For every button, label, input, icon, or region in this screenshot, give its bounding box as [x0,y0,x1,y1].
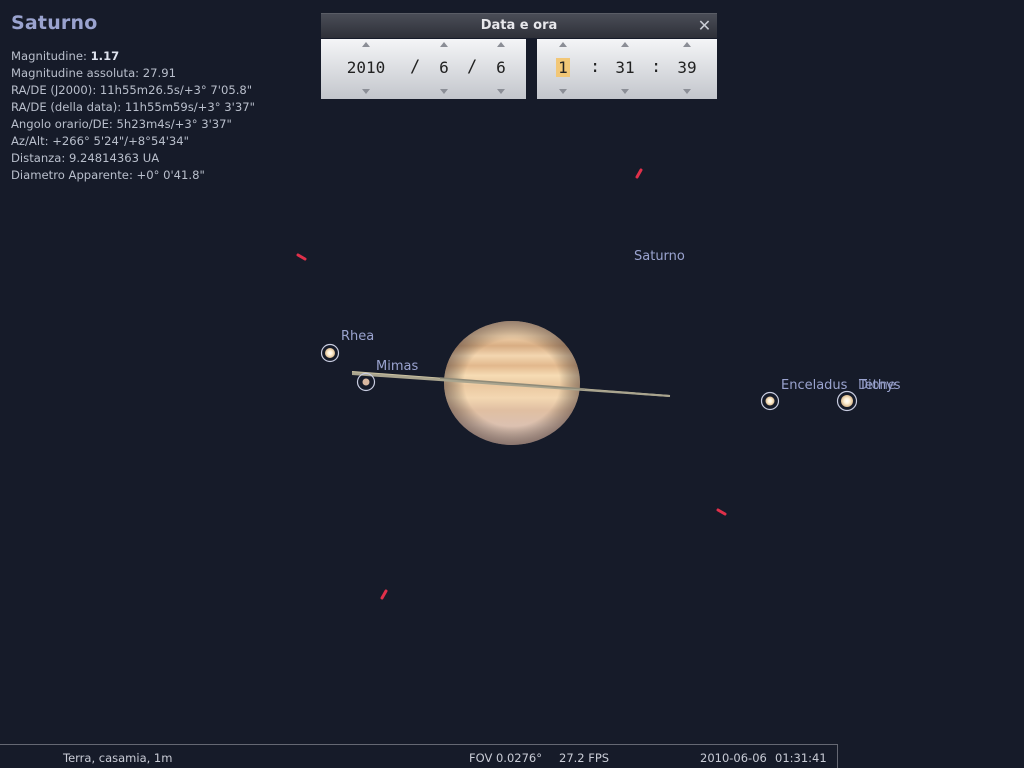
info-radec-j2000: RA/DE (J2000): 11h55m26.5s/+3° 7'05.8" [11,83,253,97]
close-icon[interactable]: ✕ [696,17,713,34]
dialog-title: Data e ora [480,18,558,33]
label-dione: Dione [858,378,896,393]
label-rhea: Rhea [341,329,375,344]
time-separator: : [590,57,601,77]
status-bar[interactable]: Terra, casamia, 1m FOV 0.0276° 27.2 FPS … [0,744,838,768]
minute-value[interactable]: 31 [608,58,642,77]
hour-down-arrow-icon[interactable] [559,89,567,94]
info-hour-angle: Angolo orario/DE: 5h23m4s/+3° 3'37" [11,117,232,131]
hour-value-wrap: 1 [550,58,576,77]
moon-tethys-dione[interactable] [836,390,858,412]
info-magnitude-value: 1.17 [90,49,120,63]
label-saturno: Saturno [634,249,685,264]
info-absolute-magnitude: Magnitudine assoluta: 27.91 [11,66,176,80]
year-spinbox[interactable]: 2010 [335,39,397,99]
sky-marker [635,168,643,179]
date-separator: / [467,57,478,77]
status-date: 2010-06-06 [700,751,767,765]
info-radec-date: RA/DE (della data): 11h55m59s/+3° 3'37" [11,100,255,114]
info-apparent-diameter: Diametro Apparente: +0° 0'41.8" [11,168,205,182]
status-fov: FOV 0.0276° [469,751,542,765]
info-distance: Distanza: 9.24814363 UA [11,151,160,165]
year-up-arrow-icon[interactable] [362,42,370,47]
time-separator: : [651,57,662,77]
minute-down-arrow-icon[interactable] [621,89,629,94]
time-spinbox-group: 1 : 31 : 39 [537,39,717,99]
hour-value[interactable]: 1 [556,58,570,77]
year-down-arrow-icon[interactable] [362,89,370,94]
second-spinbox[interactable]: 39 [670,39,704,99]
status-location[interactable]: Terra, casamia, 1m [63,751,172,765]
second-up-arrow-icon[interactable] [683,42,691,47]
info-magnitude-label: Magnitudine: [11,49,91,63]
hour-spinbox[interactable]: 1 [550,39,576,99]
month-spinbox[interactable]: 6 [427,39,461,99]
moon-rhea[interactable] [320,343,340,363]
second-down-arrow-icon[interactable] [683,89,691,94]
object-info-panel: Saturno Magnitudine: 1.17 Magnitudine as… [11,12,255,184]
day-down-arrow-icon[interactable] [497,89,505,94]
minute-up-arrow-icon[interactable] [621,42,629,47]
sky-marker [716,508,727,516]
info-az-alt: Az/Alt: +266° 5'24"/+8°54'34" [11,134,190,148]
status-fps: 27.2 FPS [559,751,610,765]
status-time: 01:31:41 [775,751,827,765]
sky-marker [296,253,307,261]
day-up-arrow-icon[interactable] [497,42,505,47]
label-mimas: Mimas [376,359,419,374]
info-magnitude: Magnitudine: 1.17 [11,48,255,65]
second-value[interactable]: 39 [670,58,704,77]
saturn-planet[interactable] [351,321,671,445]
moon-mimas[interactable] [356,372,376,392]
object-name: Saturno [11,12,98,34]
month-value[interactable]: 6 [427,58,461,77]
day-value[interactable]: 6 [484,58,518,77]
year-value[interactable]: 2010 [335,58,397,77]
hour-up-arrow-icon[interactable] [559,42,567,47]
label-enceladus: Enceladus [781,378,848,393]
date-spinbox-group: 2010 / 6 / 6 [321,39,526,99]
moon-enceladus[interactable] [760,391,780,411]
datetime-dialog: Data e ora ✕ 2010 / 6 / 6 1 : 31: 39 [321,13,717,99]
month-down-arrow-icon[interactable] [440,89,448,94]
minute-spinbox[interactable]: 31 [608,39,642,99]
day-spinbox[interactable]: 6 [484,39,518,99]
month-up-arrow-icon[interactable] [440,42,448,47]
sky-marker [380,589,388,600]
date-separator: / [410,57,421,77]
dialog-titlebar[interactable]: Data e ora ✕ [321,13,717,38]
